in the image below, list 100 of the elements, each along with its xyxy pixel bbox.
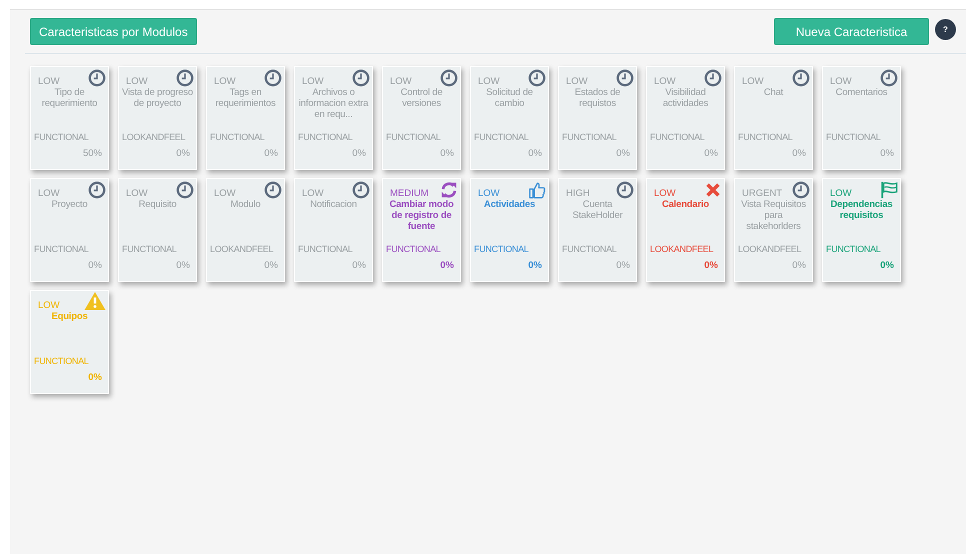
- feature-card[interactable]: LOW Actividades FUNCTIONAL 0%: [470, 178, 549, 282]
- feature-card[interactable]: LOW Proyecto FUNCTIONAL 0%: [30, 178, 109, 282]
- feature-type: FUNCTIONAL: [34, 131, 90, 143]
- progress-value: 0%: [615, 148, 631, 159]
- feature-card[interactable]: LOW Calendario LOOKANDFEEL 0%: [646, 178, 725, 282]
- clock-icon: [176, 181, 194, 199]
- priority-label: MEDIUM: [390, 188, 429, 199]
- feature-card[interactable]: LOW Modulo LOOKANDFEEL 0%: [206, 178, 285, 282]
- progress-value: 0%: [703, 260, 719, 271]
- feature-card[interactable]: LOW Comentarios FUNCTIONAL 0%: [822, 66, 901, 170]
- progress-value: 0%: [615, 260, 631, 271]
- priority-label: LOW: [478, 188, 500, 199]
- feature-card[interactable]: LOW Dependencias requisitos FUNCTIONAL 0%: [822, 178, 901, 282]
- feature-type: FUNCTIONAL: [386, 243, 442, 255]
- feature-card[interactable]: LOW Chat FUNCTIONAL 0%: [734, 66, 813, 170]
- feature-title: Notificacion: [309, 199, 358, 212]
- clock-icon: [352, 69, 370, 87]
- feature-type: LOOKANDFEEL: [738, 243, 802, 255]
- feature-title: Equipos: [50, 311, 89, 324]
- progress-value: 0%: [703, 148, 719, 159]
- help-button[interactable]: ?: [935, 18, 956, 40]
- feature-title: Proyecto: [50, 199, 88, 212]
- clock-icon: [176, 69, 194, 87]
- progress-value: 0%: [351, 148, 367, 159]
- feature-title: Tags en requerimientos: [214, 87, 277, 111]
- feature-type: FUNCTIONAL: [826, 131, 882, 143]
- priority-label: LOW: [214, 76, 236, 87]
- feature-type: FUNCTIONAL: [474, 243, 530, 255]
- clock-icon: [880, 69, 898, 87]
- close-icon: [704, 181, 722, 199]
- priority-label: LOW: [390, 76, 412, 87]
- flag-icon: [880, 181, 898, 199]
- priority-label: LOW: [302, 188, 324, 199]
- feature-type: LOOKANDFEEL: [210, 243, 274, 255]
- priority-label: LOW: [38, 76, 60, 87]
- feature-type: FUNCTIONAL: [826, 243, 882, 255]
- warning-icon: [84, 291, 106, 311]
- priority-label: LOW: [742, 76, 764, 87]
- feature-title: Modulo: [230, 199, 262, 212]
- sync-icon: [440, 181, 458, 199]
- clock-icon: [792, 69, 810, 87]
- feature-title: Estados de requistos: [574, 87, 622, 111]
- feature-title: Visibilidad actividades: [662, 87, 710, 111]
- priority-label: LOW: [302, 76, 324, 87]
- priority-label: URGENT: [742, 188, 782, 199]
- feature-title: Chat: [762, 87, 784, 100]
- priority-label: LOW: [830, 76, 852, 87]
- feature-card[interactable]: LOW Requisito FUNCTIONAL 0%: [118, 178, 197, 282]
- feature-type: FUNCTIONAL: [650, 131, 706, 143]
- feature-title: Cuenta StakeHolder: [571, 199, 624, 223]
- feature-card[interactable]: URGENT Vista Requisitos para stakehorlders LOOKANDFEEL 0%: [734, 178, 813, 282]
- feature-title: Comentarios: [834, 87, 888, 100]
- progress-value: 0%: [879, 260, 895, 271]
- priority-label: LOW: [38, 188, 60, 199]
- clock-icon: [264, 69, 282, 87]
- new-feature-button[interactable]: Nueva Caracteristica: [774, 18, 929, 45]
- feature-type: FUNCTIONAL: [210, 131, 266, 143]
- feature-type: FUNCTIONAL: [474, 131, 530, 143]
- priority-label: LOW: [654, 76, 676, 87]
- progress-value: 0%: [791, 260, 807, 271]
- clock-icon: [440, 69, 458, 87]
- feature-type: LOOKANDFEEL: [122, 131, 186, 143]
- feature-card[interactable]: MEDIUM Cambiar modo de registro de fuente FUNCTIONAL 0%: [382, 178, 461, 282]
- feature-card[interactable]: LOW Solicitud de cambio FUNCTIONAL 0%: [470, 66, 549, 170]
- feature-type: FUNCTIONAL: [298, 131, 354, 143]
- feature-card[interactable]: LOW Equipos FUNCTIONAL 0%: [30, 290, 109, 394]
- feature-type: FUNCTIONAL: [386, 131, 442, 143]
- progress-value: 0%: [175, 260, 191, 271]
- feature-type: FUNCTIONAL: [298, 243, 354, 255]
- progress-value: 0%: [263, 148, 279, 159]
- feature-title: Cambiar modo de registro de fuente: [388, 199, 455, 234]
- modules-button[interactable]: Caracteristicas por Modulos: [30, 18, 197, 45]
- progress-value: 50%: [82, 148, 103, 159]
- priority-label: LOW: [830, 188, 852, 199]
- feature-card[interactable]: LOW Archivos o informacion extra en requ... FUNCTIONAL 0%: [294, 66, 373, 170]
- priority-label: HIGH: [566, 188, 590, 199]
- progress-value: 0%: [879, 148, 895, 159]
- progress-value: 0%: [175, 148, 191, 159]
- feature-title: Vista de progreso de proyecto: [121, 87, 194, 111]
- feature-title: Calendario: [660, 199, 710, 212]
- feature-type: FUNCTIONAL: [738, 131, 794, 143]
- feature-card[interactable]: LOW Notificacion FUNCTIONAL 0%: [294, 178, 373, 282]
- progress-value: 0%: [87, 260, 103, 271]
- feature-card[interactable]: LOW Tags en requerimientos FUNCTIONAL 0%: [206, 66, 285, 170]
- feature-card[interactable]: LOW Estados de requistos FUNCTIONAL 0%: [558, 66, 637, 170]
- clock-icon: [704, 69, 722, 87]
- feature-card[interactable]: LOW Visibilidad actividades FUNCTIONAL 0%: [646, 66, 725, 170]
- feature-type: LOOKANDFEEL: [650, 243, 714, 255]
- feature-title: Solicitud de cambio: [485, 87, 534, 111]
- clock-icon: [352, 181, 370, 199]
- feature-card[interactable]: LOW Control de versiones FUNCTIONAL 0%: [382, 66, 461, 170]
- feature-card[interactable]: LOW Vista de progreso de proyecto LOOKANDFEEL 0%: [118, 66, 197, 170]
- feature-card[interactable]: HIGH Cuenta StakeHolder FUNCTIONAL 0%: [558, 178, 637, 282]
- feature-type: FUNCTIONAL: [562, 131, 618, 143]
- clock-icon: [616, 181, 634, 199]
- feature-card[interactable]: LOW Tipo de requerimiento FUNCTIONAL 50%: [30, 66, 109, 170]
- feature-title: Archivos o informacion extra en requ...: [298, 87, 370, 122]
- priority-label: LOW: [214, 188, 236, 199]
- progress-value: 0%: [439, 260, 455, 271]
- thumbs-up-icon: [528, 181, 546, 199]
